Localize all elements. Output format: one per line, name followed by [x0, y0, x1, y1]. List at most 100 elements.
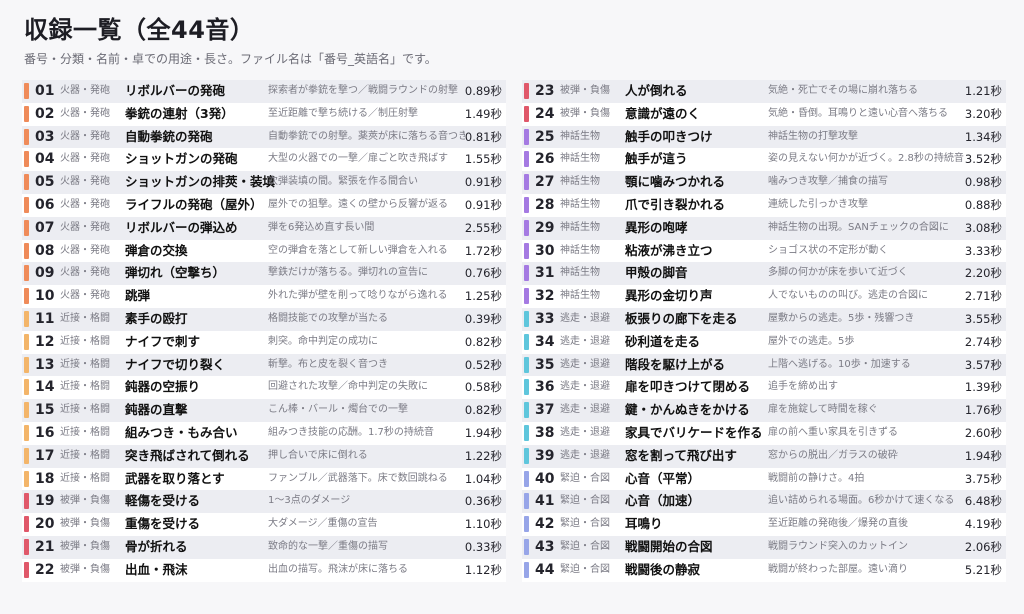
sound-row: 25 神話生物 触手の叩きつけ 神話生物の打撃攻撃 1.34秒: [522, 125, 1006, 149]
sound-row: 27 神話生物 顎に噛みつかれる 噛みつき攻撃／捕食の描写 0.98秒: [522, 171, 1006, 194]
category-color-marker: [24, 356, 29, 373]
sound-category: 火器・発砲: [60, 176, 110, 188]
sound-length: 5.21秒: [964, 558, 1002, 582]
sound-length: 0.58秒: [464, 376, 502, 400]
sound-row: 41 緊迫・合図 心音（加速） 追い詰められる場面。6秒かけて速くなる 6.48秒: [522, 490, 1006, 514]
sound-usage: 追手を締め出す: [768, 381, 838, 393]
sound-usage: 至近距離で撃ち続ける／制圧射撃: [268, 107, 418, 119]
sound-row: 12 近接・格闘 ナイフで刺す 刺突。命中判定の成功に 0.82秒: [22, 330, 506, 354]
sound-row: 37 逃走・退避 鍵・かんぬきをかける 扉を施錠して時間を稼ぐ 1.76秒: [522, 399, 1006, 422]
sound-category: 近接・格闘: [60, 449, 110, 461]
sound-length: 3.52秒: [964, 148, 1002, 172]
sound-number: 12: [35, 333, 55, 350]
category-color-marker: [24, 333, 29, 350]
sound-category: 逃走・退避: [560, 312, 610, 324]
sound-category: 近接・格闘: [60, 312, 110, 324]
category-color-marker: [24, 493, 29, 510]
sound-length: 0.91秒: [464, 193, 502, 217]
sound-category: 神話生物: [560, 290, 600, 302]
sound-usage: 撃鉄だけが落ちる。弾切れの宣告に: [268, 267, 428, 279]
sound-row: 21 被弾・負傷 骨が折れる 致命的な一撃／重傷の描写 0.33秒: [22, 535, 506, 559]
sound-number: 35: [535, 356, 555, 373]
sound-number: 08: [35, 242, 55, 259]
sound-number: 07: [35, 219, 55, 236]
sound-name: ショットガンの発砲: [125, 151, 238, 167]
sound-usage: ファンブル／武器落下。床で数回跳ねる: [268, 472, 448, 484]
sound-usage: 外れた弾が壁を削って唸りながら逸れる: [268, 290, 448, 302]
sound-usage: 自動拳銃での射撃。薬莢が床に落ちる音つき: [268, 130, 466, 142]
sound-length: 1.12秒: [464, 558, 502, 582]
sound-name: 階段を駆け上がる: [625, 356, 726, 372]
sound-number: 04: [35, 151, 55, 168]
sound-length: 1.34秒: [964, 125, 1002, 149]
sound-row: 34 逃走・退避 砂利道を走る 屋外での逃走。5歩 2.74秒: [522, 330, 1006, 354]
sound-usage: 上階へ逃げる。10歩・加速する: [768, 358, 911, 370]
category-color-marker: [24, 242, 29, 259]
sound-number: 23: [535, 83, 555, 99]
sound-name: 触手が這う: [625, 151, 688, 167]
sound-length: 3.57秒: [964, 353, 1002, 377]
sound-usage: 組みつき技能の応酬。1.7秒の持続音: [268, 426, 434, 438]
sound-usage: 神話生物の出現。SANチェックの合図に: [768, 221, 949, 233]
sound-number: 01: [35, 83, 55, 99]
sound-number: 26: [535, 151, 555, 168]
sound-number: 41: [535, 493, 555, 510]
sound-length: 2.20秒: [964, 262, 1002, 286]
sound-category: 被弾・負傷: [560, 85, 610, 96]
sound-category: 近接・格闘: [60, 335, 110, 347]
sound-row: 26 神話生物 触手が這う 姿の見えない何かが近づく。2.8秒の持続音 3.52秒: [522, 148, 1006, 172]
category-color-marker: [524, 493, 529, 510]
sound-number: 16: [35, 424, 55, 441]
sound-length: 1.55秒: [464, 148, 502, 172]
sound-name: 異形の咆哮: [625, 219, 688, 235]
sound-category: 神話生物: [560, 176, 600, 188]
sound-category: 逃走・退避: [560, 426, 610, 438]
sound-row: 19 被弾・負傷 軽傷を受ける 1〜3点のダメージ 0.36秒: [22, 490, 506, 514]
category-color-marker: [24, 310, 29, 327]
sound-row: 23 被弾・負傷 人が倒れる 気絶・死亡でその場に崩れ落ちる 1.21秒: [522, 80, 1006, 103]
sound-length: 1.21秒: [964, 80, 1002, 103]
sound-usage: 大ダメージ／重傷の宣告: [268, 518, 378, 530]
sound-number: 30: [535, 242, 555, 259]
sound-length: 0.88秒: [964, 193, 1002, 217]
sound-usage: 空の弾倉を落として新しい弾倉を入れる: [268, 244, 448, 256]
category-color-marker: [24, 265, 29, 282]
sound-usage: 刺突。命中判定の成功に: [268, 335, 378, 347]
sound-number: 24: [535, 105, 555, 122]
sound-length: 6.48秒: [964, 490, 1002, 514]
sound-name: ナイフで刺す: [125, 333, 201, 349]
sound-row: 08 火器・発砲 弾倉の交換 空の弾倉を落として新しい弾倉を入れる 1.72秒: [22, 239, 506, 263]
sound-category: 近接・格闘: [60, 358, 110, 370]
sound-row: 39 逃走・退避 窓を割って飛び出す 窓からの脱出／ガラスの破砕 1.94秒: [522, 444, 1006, 468]
sound-length: 1.10秒: [464, 513, 502, 536]
category-color-marker: [24, 174, 29, 191]
category-color-marker: [524, 447, 529, 464]
sound-length: 4.19秒: [964, 513, 1002, 536]
sound-number: 29: [535, 219, 555, 236]
sound-number: 36: [535, 379, 555, 396]
sound-number: 42: [535, 516, 555, 533]
sound-length: 1.04秒: [464, 467, 502, 491]
sound-usage: 扉を施錠して時間を稼ぐ: [768, 404, 878, 416]
sound-length: 1.22秒: [464, 444, 502, 468]
sound-row: 43 緊迫・合図 戦闘開始の合図 戦闘ラウンド突入のカットイン 2.06秒: [522, 535, 1006, 559]
sound-name: 心音（加速）: [625, 493, 701, 509]
sound-category: 近接・格闘: [60, 426, 110, 438]
sound-length: 2.71秒: [964, 285, 1002, 308]
sound-number: 40: [535, 470, 555, 487]
sound-number: 37: [535, 402, 555, 419]
sound-usage: 人でないものの叫び。逃走の合図に: [768, 290, 928, 302]
sound-length: 0.33秒: [464, 535, 502, 559]
sound-row: 38 逃走・退避 家具でバリケードを作る 扉の前へ重い家具を引きずる 2.60秒: [522, 421, 1006, 445]
sound-length: 0.39秒: [464, 307, 502, 331]
sound-row: 40 緊迫・合図 心音（平常） 戦闘前の静けさ。4拍 3.75秒: [522, 467, 1006, 491]
category-color-marker: [524, 402, 529, 419]
sound-name: 軽傷を受ける: [125, 493, 201, 509]
sound-number: 18: [35, 470, 55, 487]
sound-number: 19: [35, 493, 55, 510]
sound-category: 火器・発砲: [60, 153, 110, 165]
sound-number: 25: [535, 128, 555, 145]
sound-category: 火器・発砲: [60, 198, 110, 210]
category-color-marker: [524, 242, 529, 259]
sound-number: 17: [35, 447, 55, 464]
